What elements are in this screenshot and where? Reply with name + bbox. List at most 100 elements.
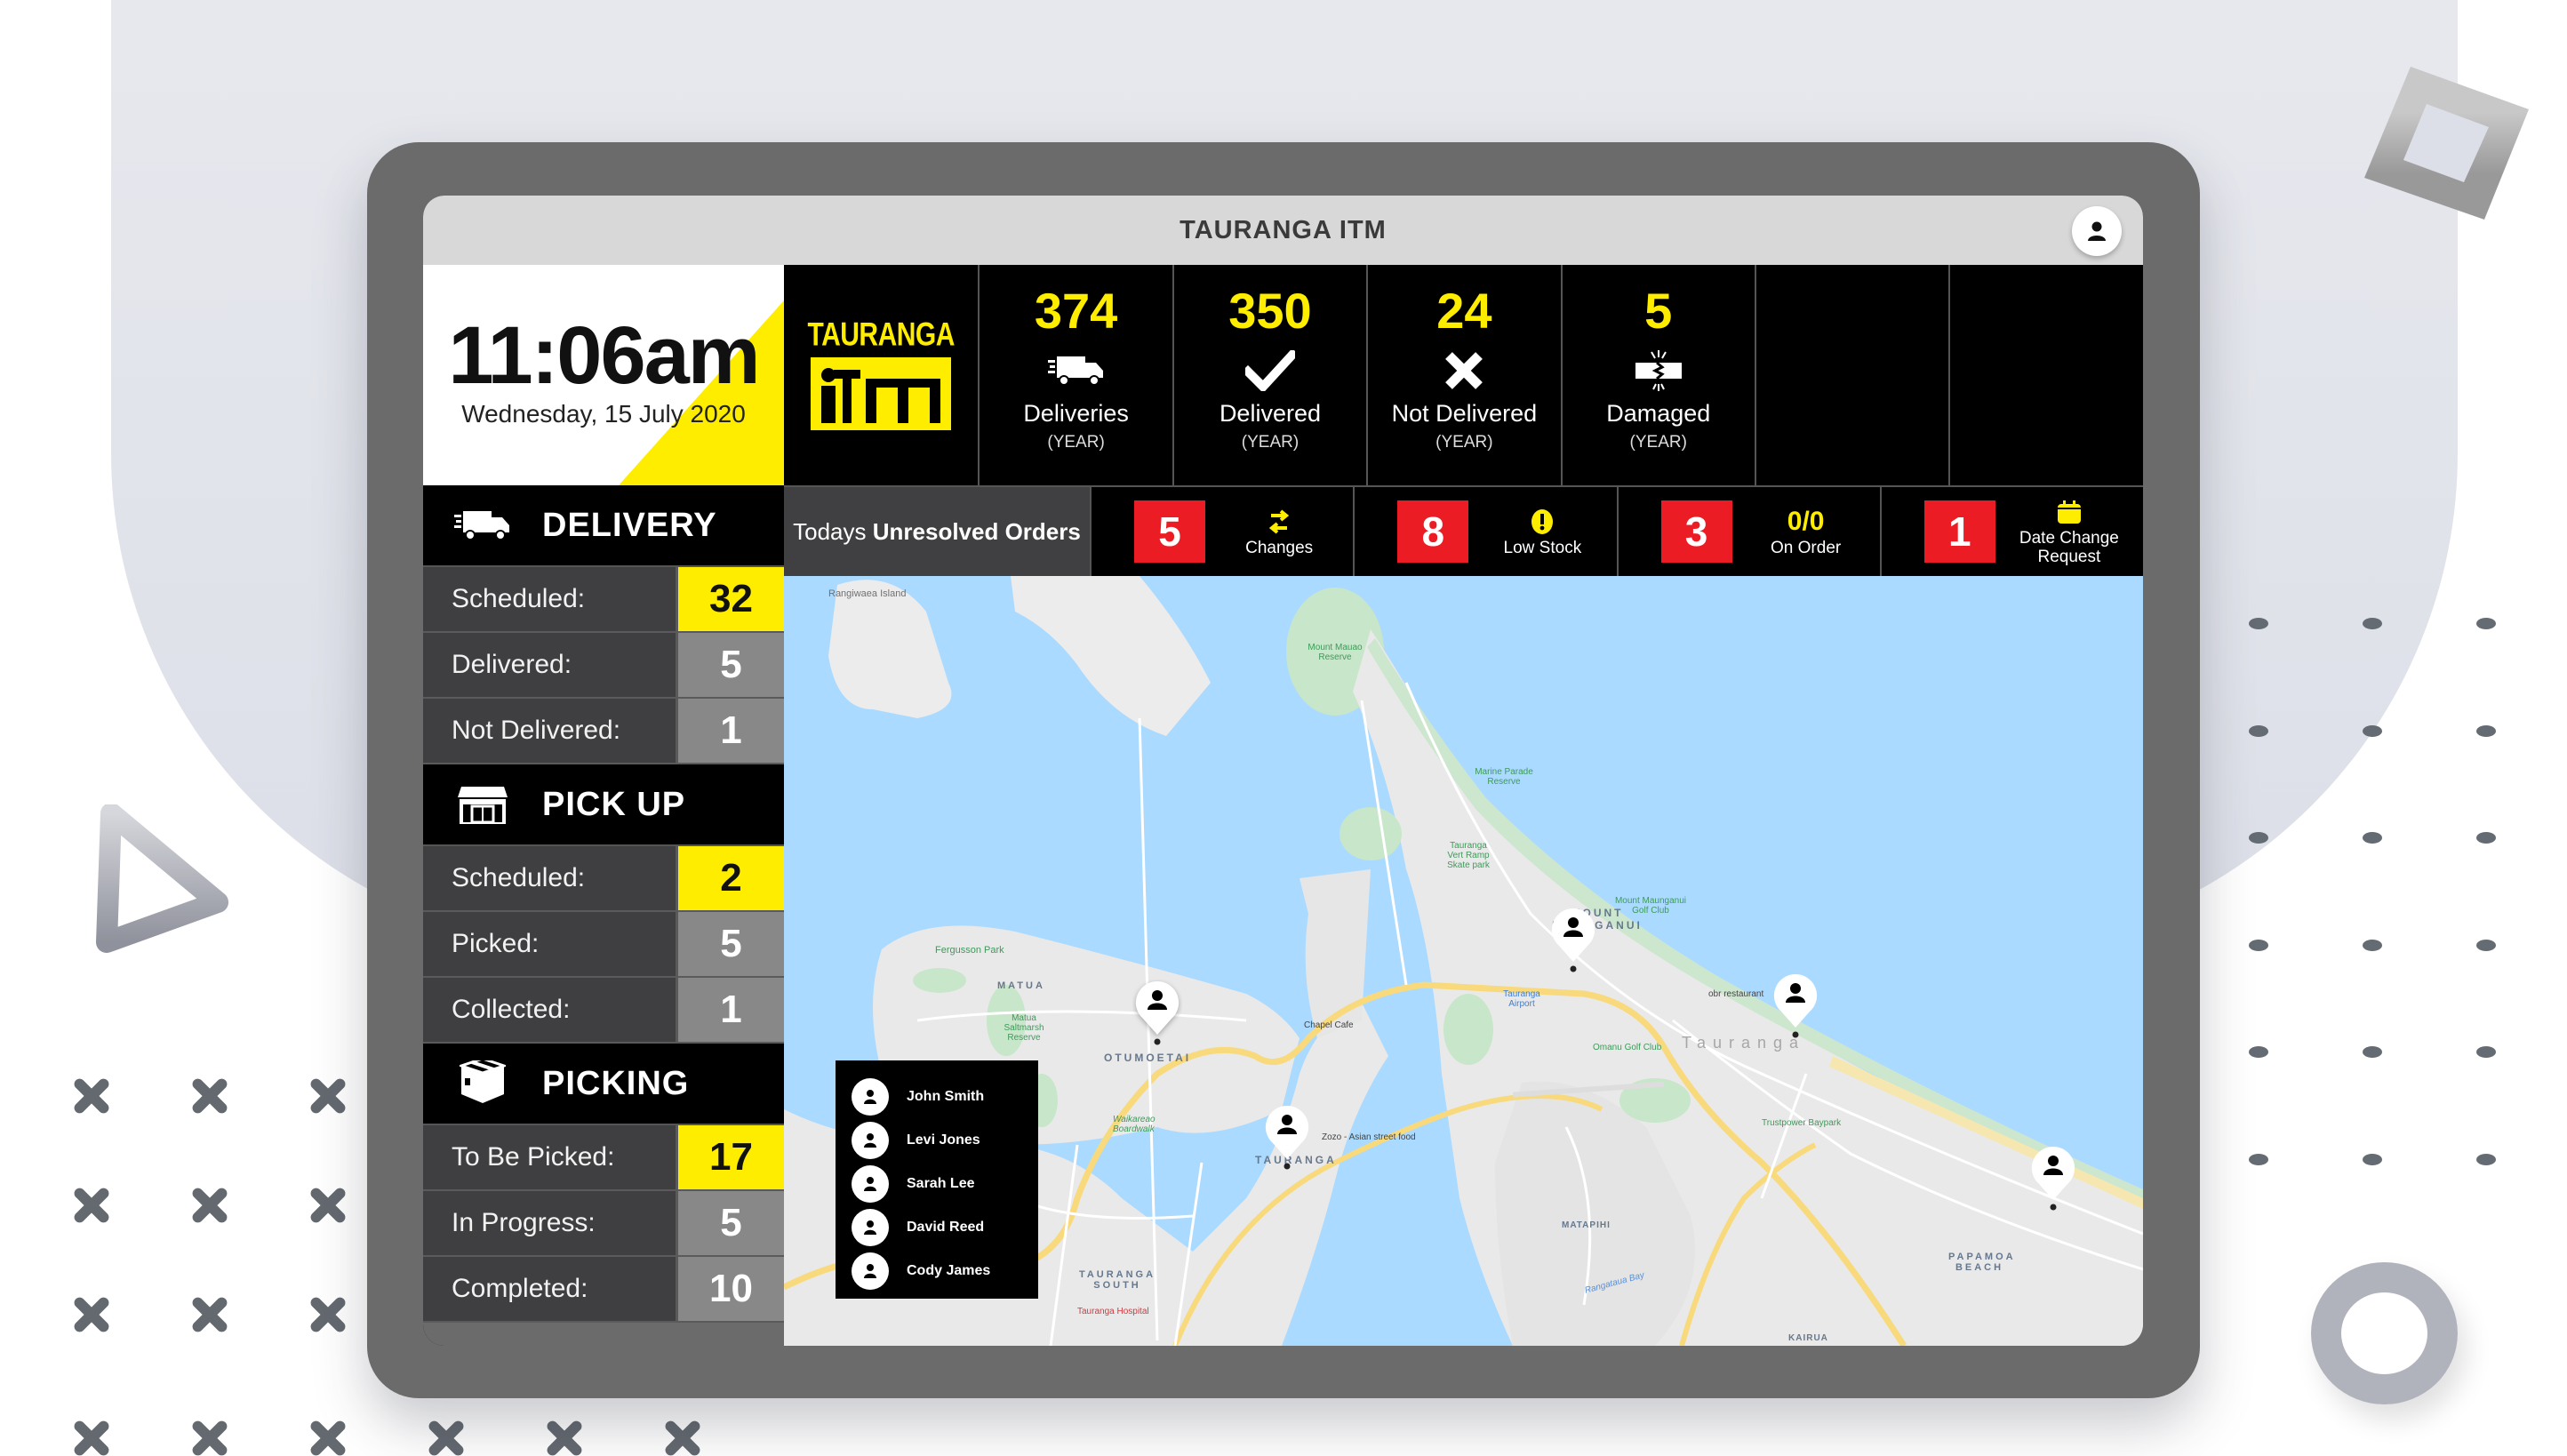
delivery-truck-icon: [454, 511, 509, 540]
user-icon: [864, 1176, 876, 1191]
unresolved-label: Date Change Request: [2019, 529, 2119, 566]
map-label-marine-parade: Marine Parade Reserve: [1475, 767, 1533, 787]
driver-pin-icon[interactable]: [1262, 1104, 1312, 1172]
map-label-saltmarsh: Matua Saltmarsh Reserve: [1004, 1013, 1044, 1043]
delivery-map[interactable]: Rangiwaea Island Mount Mauao Reserve Mar…: [784, 576, 2143, 1346]
row-label: Scheduled:: [423, 567, 678, 631]
driver-item[interactable]: Sarah Lee: [852, 1162, 1038, 1205]
stat-label: Not Delivered: [1391, 400, 1538, 427]
pickup-collected-row[interactable]: Collected: 1: [423, 978, 784, 1044]
stat-value: 350: [1228, 283, 1312, 339]
user-icon: [2088, 221, 2106, 241]
unresolved-changes[interactable]: 5 Changes: [1092, 487, 1355, 576]
stats-bar: TAURANGA 374 Deliveries (YEAR) 350 Deliv…: [784, 265, 2143, 485]
dashboard-screen: TAURANGA ITM 11:06am Wednesday, 15 July …: [423, 196, 2143, 1346]
driver-pin-icon[interactable]: [1771, 972, 1820, 1040]
page-background: TAURANGA ITM 11:06am Wednesday, 15 July …: [0, 0, 2567, 1456]
driver-item[interactable]: John Smith: [852, 1075, 1038, 1118]
delivery-scheduled-row[interactable]: Scheduled: 32: [423, 567, 784, 633]
delivery-delivered-row[interactable]: Delivered: 5: [423, 633, 784, 699]
count-badge: 1: [1923, 500, 1995, 563]
picking-completed-row[interactable]: Completed: 10: [423, 1257, 784, 1323]
map-label-kairua: KAIRUA: [1788, 1333, 1828, 1343]
map-label-baypark: Trustpower Baypark: [1762, 1118, 1842, 1128]
profile-button[interactable]: [2072, 206, 2122, 256]
unresolved-label: Changes: [1245, 538, 1314, 557]
user-icon: [864, 1263, 876, 1278]
row-value: 1: [678, 699, 784, 763]
top-bar: TAURANGA ITM: [423, 196, 2143, 265]
driver-pin-icon[interactable]: [2028, 1145, 2078, 1212]
stat-period: (YEAR): [1629, 433, 1687, 452]
square-decoration-icon: [2364, 67, 2529, 220]
delivery-truck-icon: [1047, 356, 1103, 386]
map-label-matua: MATUA: [997, 980, 1045, 991]
row-label: Delivered:: [423, 633, 678, 697]
driver-item[interactable]: Cody James: [852, 1249, 1038, 1292]
stat-period: (YEAR): [1435, 433, 1493, 452]
user-icon: [864, 1220, 876, 1235]
driver-name: Cody James: [907, 1262, 991, 1278]
on-order-ratio: 0/0: [1787, 506, 1825, 536]
map-label-airport: Tauranga Airport: [1503, 989, 1540, 1009]
map-label-mauao: Mount Mauao Reserve: [1307, 643, 1363, 662]
pickup-scheduled-row[interactable]: Scheduled: 2: [423, 846, 784, 912]
package-box-icon: [460, 1060, 506, 1103]
stat-delivered: 350 Delivered (YEAR): [1172, 265, 1367, 485]
map-label-skate-park: Tauranga Vert Ramp Skate park: [1447, 841, 1490, 870]
row-label: Picked:: [423, 912, 678, 976]
driver-legend: John Smith Levi Jones Sarah Lee David Re…: [836, 1060, 1038, 1299]
map-label-golf-club: Mount Maunganui Golf Club: [1614, 896, 1687, 916]
unresolved-title-prefix: Todays: [793, 518, 873, 545]
unresolved-low-stock[interactable]: 8 Low Stock: [1355, 487, 1619, 576]
map-label-otumoetai: OTUMOETAI: [1104, 1052, 1192, 1064]
row-label: Not Delivered:: [423, 699, 678, 763]
logo-wordmark: TAURANGA: [807, 316, 955, 353]
count-badge: 3: [1660, 500, 1732, 563]
driver-pin-icon[interactable]: [1548, 907, 1598, 974]
section-title: PICKING: [542, 1064, 690, 1102]
delivery-not-delivered-row[interactable]: Not Delivered: 1: [423, 699, 784, 764]
unresolved-label: Low Stock: [1503, 538, 1582, 557]
driver-name: John Smith: [907, 1088, 985, 1104]
count-badge: 5: [1134, 500, 1205, 563]
row-label: Scheduled:: [423, 846, 678, 910]
picking-in-progress-row[interactable]: In Progress: 5: [423, 1191, 784, 1257]
unresolved-orders-bar: Todays Unresolved Orders 5 Changes 8 Low…: [784, 485, 2143, 576]
row-label: Completed:: [423, 1257, 678, 1321]
driver-name: David Reed: [907, 1219, 985, 1235]
map-label-obr-restaurant: obr restaurant: [1708, 989, 1764, 999]
unresolved-title-bold: Unresolved Orders: [872, 518, 1081, 545]
current-time: 11:06am: [448, 310, 760, 401]
user-icon: [864, 1089, 876, 1104]
triangle-decoration-icon: [96, 804, 228, 953]
storefront-icon: [458, 787, 508, 824]
delivery-section: DELIVERY Scheduled: 32 Delivered: 5 Not De…: [423, 485, 784, 764]
driver-pin-icon[interactable]: [1132, 980, 1182, 1047]
stat-label: Deliveries: [1023, 400, 1129, 427]
row-value: 5: [678, 633, 784, 697]
map-label-waikareao: Waikareao Boardwalk: [1113, 1115, 1156, 1134]
delivery-header: DELIVERY: [423, 485, 784, 567]
stat-period: (YEAR): [1047, 433, 1105, 452]
driver-item[interactable]: Levi Jones: [852, 1118, 1038, 1162]
driver-item[interactable]: David Reed: [852, 1205, 1038, 1249]
checkmark-icon: [1244, 350, 1295, 391]
stat-label: Damaged: [1606, 400, 1711, 427]
stat-empty-slot: [1948, 265, 2143, 485]
driver-name: Sarah Lee: [907, 1175, 975, 1191]
map-label-hospital: Tauranga Hospital: [1077, 1307, 1149, 1316]
cross-row-decoration: [71, 1418, 780, 1456]
section-title: DELIVERY: [542, 506, 717, 544]
unresolved-date-change[interactable]: 1 Date Change Request: [1881, 487, 2143, 576]
stat-damaged: 5 Damaged (YEAR): [1560, 265, 1755, 485]
driver-name: Levi Jones: [907, 1132, 980, 1148]
row-value: 17: [678, 1125, 784, 1189]
stat-value: 374: [1034, 283, 1118, 339]
pickup-picked-row[interactable]: Picked: 5: [423, 912, 784, 978]
map-label-matapihi: MATAPIHI: [1562, 1220, 1611, 1230]
row-value: 5: [678, 912, 784, 976]
picking-to-be-picked-row[interactable]: To Be Picked: 17: [423, 1125, 784, 1191]
unresolved-on-order[interactable]: 3 0/0 On Order: [1618, 487, 1882, 576]
row-label: To Be Picked:: [423, 1125, 678, 1189]
